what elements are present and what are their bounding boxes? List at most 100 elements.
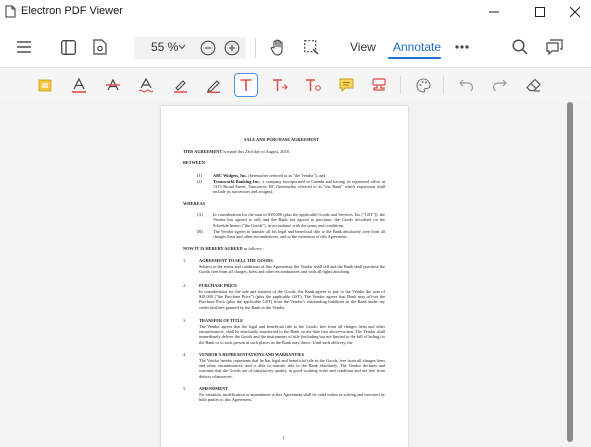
stamp-tool[interactable]	[367, 73, 391, 97]
freehand-highlight-icon	[173, 79, 187, 93]
undo-button[interactable]	[454, 73, 478, 97]
file-settings-button[interactable]	[90, 37, 110, 57]
party1-name: ABC Widgets, Inc.	[213, 173, 248, 178]
document-gear-icon	[93, 39, 107, 55]
section-5-number: 5.	[183, 386, 187, 391]
whereas-a-paragraph: In consideration for the sum of $18,000 …	[213, 212, 385, 228]
intro-bold: THIS AGREEMENT	[183, 149, 223, 154]
whereas-b-number: (B)	[197, 229, 203, 234]
agreed-rest: as follows:-	[242, 246, 264, 251]
zoom-value[interactable]: 55 %	[151, 40, 178, 54]
document-viewport[interactable]: SALE AND PURCHASE AGREEMENT THIS AGREEME…	[0, 102, 591, 447]
intro-rest: is made this 23rd day of August, 2018.	[222, 149, 290, 154]
section-1-number: 1.	[183, 258, 187, 263]
pdf-page[interactable]: SALE AND PURCHASE AGREEMENT THIS AGREEME…	[161, 106, 408, 447]
sticky-note-icon	[339, 78, 353, 92]
section-1-text: Subject to the terms and conditions of t…	[199, 263, 385, 274]
menu-button[interactable]	[14, 37, 34, 57]
active-tab-indicator	[388, 57, 441, 59]
section-3-number: 3.	[183, 318, 187, 323]
maximize-button[interactable]	[523, 0, 556, 23]
pen-tool[interactable]	[201, 73, 225, 97]
text-callout-icon	[273, 79, 288, 91]
text-color-icon	[72, 77, 86, 93]
vertical-scrollbar[interactable]	[567, 102, 573, 442]
area-highlight-tool[interactable]	[33, 73, 57, 97]
eraser-button[interactable]	[521, 73, 545, 97]
title-bar: Electron PDF Viewer	[0, 0, 591, 23]
page-number: 1	[282, 435, 285, 440]
squiggly-icon	[139, 77, 153, 93]
intro-line: THIS AGREEMENT is made this 23rd day of …	[183, 149, 290, 154]
window-title: Electron PDF Viewer	[21, 5, 123, 17]
tab-annotate[interactable]: Annotate	[393, 40, 441, 54]
pen-icon	[206, 79, 220, 93]
app-logo-icon	[5, 5, 16, 18]
sidebar-toggle-button[interactable]	[58, 37, 78, 57]
party2-number: (2)	[197, 178, 203, 184]
undo-icon	[458, 79, 473, 91]
free-text-tool[interactable]	[234, 73, 258, 97]
section-2-text: In consideration for the sale and transf…	[199, 288, 385, 310]
section-4-text: The Vendor hereby represents that he has…	[199, 357, 385, 379]
section-2-number: 2.	[183, 283, 187, 288]
toolbar-divider	[400, 76, 401, 94]
callout-tool[interactable]	[268, 73, 292, 97]
annotate-toolbar	[0, 67, 591, 102]
tab-view[interactable]: View	[350, 40, 376, 54]
main-toolbar: 55 % View Annotate	[0, 23, 591, 67]
hand-icon	[270, 38, 283, 56]
marquee-select-icon	[303, 39, 318, 54]
text-insert-tool[interactable]	[301, 73, 325, 97]
text-insert-icon	[306, 79, 321, 91]
palette-icon	[415, 77, 431, 93]
note-tool[interactable]	[334, 73, 358, 97]
redo-icon	[492, 79, 507, 91]
zoom-out-icon[interactable]	[200, 40, 216, 56]
search-icon	[512, 39, 528, 55]
close-button[interactable]	[558, 0, 591, 23]
strikeout-tool[interactable]	[101, 73, 125, 97]
zoom-in-icon[interactable]	[224, 40, 240, 56]
section-5-text: No variation, modification or amendment …	[199, 391, 385, 402]
comments-panel-button[interactable]	[543, 36, 565, 58]
comments-icon	[545, 39, 563, 55]
color-style-button[interactable]	[411, 73, 435, 97]
free-text-icon	[240, 79, 252, 91]
whereas-heading: WHEREAS	[183, 201, 205, 206]
squiggly-tool[interactable]	[134, 73, 158, 97]
sidebar-panel-icon	[60, 39, 76, 55]
search-button[interactable]	[509, 36, 531, 58]
zoom-control: 55 %	[134, 37, 246, 59]
select-area-button[interactable]	[300, 36, 322, 58]
chevron-down-icon[interactable]	[178, 44, 186, 50]
text-highlight-tool[interactable]	[67, 73, 91, 97]
section-3-text: The Vendor agrees that the legal and ben…	[199, 323, 385, 345]
app-window: Electron PDF Viewer 55 % View Annotate S…	[0, 0, 591, 447]
minimize-button[interactable]	[477, 0, 510, 23]
minimize-icon	[488, 11, 499, 12]
eraser-icon	[525, 78, 541, 92]
hamburger-icon	[17, 41, 31, 53]
document-title: SALE AND PURCHASE AGREEMENT	[244, 137, 320, 142]
maximize-icon	[534, 6, 545, 17]
party1-rest: (hereinafter referred to as "the Vendor"…	[247, 173, 326, 178]
freehand-highlight-tool[interactable]	[168, 73, 192, 97]
strikethrough-icon	[106, 78, 120, 91]
stamp-icon	[372, 77, 386, 91]
close-icon	[569, 6, 580, 17]
agreed-line: NOW IT IS HEREBY AGREED as follows:-	[183, 246, 264, 251]
pan-tool-button[interactable]	[267, 36, 289, 58]
between-heading: BETWEEN	[183, 160, 205, 165]
highlight-area-icon	[38, 79, 52, 92]
redo-button[interactable]	[487, 73, 511, 97]
agreed-bold: NOW IT IS HEREBY AGREED	[183, 246, 243, 251]
whereas-a-number: (A)	[197, 212, 203, 217]
toolbar-divider	[255, 38, 256, 58]
toolbar-divider	[443, 76, 444, 94]
party2-paragraph: Transworld Banking Inc., a company incor…	[213, 179, 385, 195]
more-options-button[interactable]	[451, 38, 473, 56]
whereas-b-paragraph: The Vendor agrees to transfer all his le…	[213, 229, 385, 240]
party2-name: Transworld Banking Inc.	[213, 178, 260, 184]
more-dots-icon	[455, 45, 469, 49]
